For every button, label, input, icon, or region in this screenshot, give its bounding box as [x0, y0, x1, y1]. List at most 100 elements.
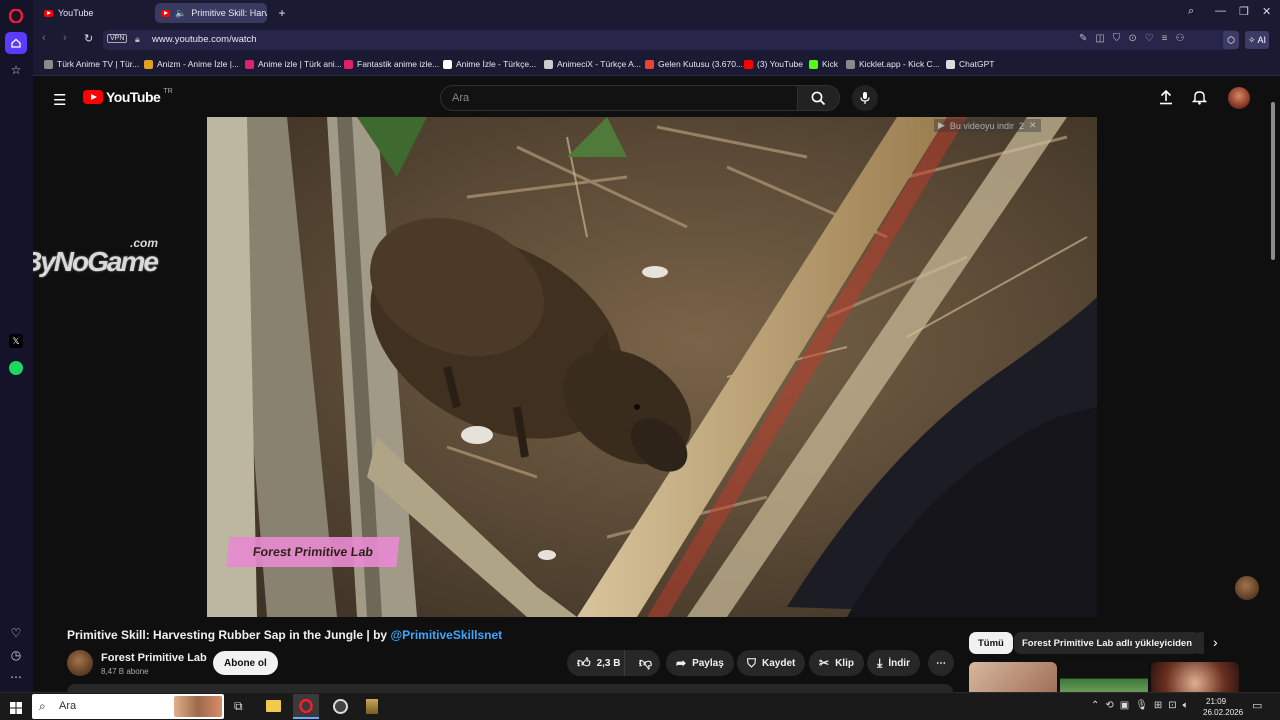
- bookmark-item[interactable]: Anime izle | Türk ani...: [245, 59, 342, 69]
- thumbs-up-icon: 👍︎: [577, 655, 591, 670]
- reload-icon[interactable]: ↻: [84, 32, 93, 45]
- youtube-logo[interactable]: YouTube TR: [83, 88, 173, 105]
- clock-time[interactable]: 21:09: [1206, 697, 1226, 706]
- bookmark-item[interactable]: Türk Anime TV | Tür...: [44, 59, 139, 69]
- bookmark-favicon-icon: [544, 59, 553, 69]
- chip-from-uploader[interactable]: Forest Primitive Lab adlı yükleyiciden: [1014, 632, 1201, 654]
- x-twitter-icon[interactable]: 𝕏: [5, 330, 27, 352]
- description-box[interactable]: [67, 684, 953, 692]
- minimize-icon[interactable]: —: [1215, 5, 1226, 17]
- bookmark-label: Gelen Kutusu (3.670...: [658, 59, 744, 69]
- youtube-favicon-icon: [44, 9, 53, 17]
- channel-avatar[interactable]: [67, 650, 93, 676]
- vpn-badge[interactable]: VPN: [107, 34, 128, 43]
- maximize-icon[interactable]: ❐: [1239, 5, 1249, 18]
- subscriber-count: 8,47 B abone: [101, 667, 149, 676]
- tab-youtube[interactable]: YouTube: [38, 3, 150, 23]
- search-input[interactable]: Ara: [440, 85, 798, 111]
- bookmark-item[interactable]: Gelen Kutusu (3.670...: [645, 59, 743, 69]
- url-text[interactable]: www.youtube.com/watch: [152, 34, 257, 45]
- tab-primitive-skill[interactable]: 🔈 Primitive Skill: Harvest: [155, 3, 267, 23]
- video-title-link[interactable]: @PrimitiveSkillsnet: [390, 628, 502, 642]
- channel-name[interactable]: Forest Primitive Lab: [101, 652, 207, 664]
- chip-all[interactable]: Tümü: [969, 632, 1013, 654]
- bookmark-icon: ⛉: [747, 655, 757, 670]
- bookmark-item[interactable]: Kick: [809, 59, 838, 69]
- history-clock-icon[interactable]: ◷: [5, 644, 27, 666]
- heart-icon[interactable]: ♡: [5, 622, 27, 644]
- share-label: Paylaş: [692, 657, 724, 669]
- recommended-thumbnail[interactable]: [969, 662, 1057, 692]
- subscribe-button[interactable]: Abone ol: [213, 651, 278, 675]
- file-explorer-icon[interactable]: [266, 700, 281, 712]
- upload-icon[interactable]: [1159, 89, 1173, 110]
- like-count: 2,3 B: [596, 657, 621, 669]
- watermark-suffix: .com: [130, 236, 159, 250]
- search-tabs-icon[interactable]: ⌕: [1188, 5, 1194, 18]
- download-video-hint[interactable]: ▶ Bu videoyu indir 2 ✕: [934, 119, 1041, 132]
- star-icon[interactable]: ☆: [5, 59, 27, 81]
- bookmark-item[interactable]: (3) YouTube: [744, 59, 803, 69]
- youtube-favicon-icon: [161, 9, 170, 17]
- aria-ai-button[interactable]: ✧ AI: [1245, 31, 1270, 49]
- more-icon[interactable]: ⋯: [5, 666, 27, 688]
- task-view-icon[interactable]: ⧉: [234, 699, 243, 714]
- video-player[interactable]: ▶ Bu videoyu indir 2 ✕ Forest Primitive …: [207, 117, 1097, 617]
- address-tools-icons[interactable]: ✎◫⛉⊙♡≡⚇: [1079, 33, 1192, 44]
- scrollbar-thumb[interactable]: [1271, 102, 1275, 260]
- chips-next-chevron-icon[interactable]: ›: [1213, 634, 1218, 650]
- like-button[interactable]: 👍︎ 2,3 B: [567, 650, 625, 676]
- voice-search-button[interactable]: [852, 85, 878, 111]
- bookmark-item[interactable]: Kicklet.app - Kick C...: [846, 59, 940, 69]
- address-bar-row: ‹ › ↻ VPN 🔒︎ www.youtube.com/watch ✎◫⛉⊙♡…: [33, 26, 1280, 54]
- bookmark-favicon-icon: [245, 59, 254, 69]
- close-icon[interactable]: ✕: [1262, 5, 1271, 18]
- system-tray-icons[interactable]: ⌃⟲▣🎙︎⊞⊡🔈︎: [1091, 700, 1195, 711]
- bookmark-favicon-icon: [744, 59, 753, 69]
- search-button[interactable]: [798, 85, 840, 111]
- menu-hamburger-icon[interactable]: ☰: [53, 91, 66, 109]
- windows-start-icon[interactable]: [10, 701, 22, 719]
- back-icon[interactable]: ‹: [42, 32, 46, 44]
- chip-partial[interactable]: [1194, 632, 1204, 654]
- recommended-thumbnail[interactable]: [1060, 662, 1148, 692]
- bookmark-item[interactable]: Anizm - Anime İzle |...: [144, 59, 239, 69]
- close-hint-icon[interactable]: ✕: [1029, 120, 1037, 131]
- watermark-text: ByNoGame: [33, 246, 159, 277]
- dislike-button[interactable]: 👎︎: [631, 650, 660, 676]
- like-dislike-group: 👍︎ 2,3 B 👎︎: [567, 650, 660, 676]
- taskbar-search-box[interactable]: ⌕ Ara: [32, 694, 224, 719]
- video-title-text: Primitive Skill: Harvesting Rubber Sap i…: [67, 628, 391, 642]
- floating-channel-avatar[interactable]: [1235, 576, 1259, 600]
- clip-button[interactable]: ✂ Klip: [809, 650, 864, 676]
- opera-gx-taskbar-icon[interactable]: [333, 699, 348, 714]
- bookmark-item[interactable]: ChatGPT: [946, 59, 994, 69]
- clock-date[interactable]: 26.02.2026: [1203, 708, 1243, 717]
- extensions-cube-icon[interactable]: ⬡: [1223, 31, 1239, 49]
- address-bar[interactable]: VPN 🔒︎ www.youtube.com/watch ✎◫⛉⊙♡≡⚇: [103, 30, 1238, 50]
- page-scrollbar[interactable]: [1271, 82, 1276, 686]
- account-avatar[interactable]: [1228, 87, 1250, 109]
- aria-ai-label: AI: [1257, 35, 1267, 45]
- bookmark-label: Anime izle | Türk ani...: [258, 59, 342, 69]
- forward-icon[interactable]: ›: [63, 32, 67, 44]
- more-actions-button[interactable]: ⋯: [928, 650, 954, 676]
- new-tab-button[interactable]: +: [273, 3, 291, 23]
- opera-logo-icon[interactable]: [5, 5, 27, 27]
- opera-taskbar-icon[interactable]: [293, 694, 319, 719]
- share-button[interactable]: ➦ Paylaş: [666, 650, 734, 676]
- more-dots-icon: ⋯: [936, 657, 946, 669]
- recommended-thumbnail[interactable]: [1151, 662, 1239, 692]
- download-button[interactable]: ⤓ İndir: [867, 650, 920, 676]
- home-icon[interactable]: [5, 32, 27, 54]
- bookmark-item[interactable]: Anime İzle - Türkçe...: [443, 59, 536, 69]
- windows-taskbar: ⌕ Ara ⧉ ⌃⟲▣🎙︎⊞⊡🔈︎ 21:09 26.02.2026 ▭: [0, 692, 1280, 720]
- bookmark-item[interactable]: Fantastik anime izle...: [344, 59, 439, 69]
- notifications-bell-icon[interactable]: [1191, 89, 1208, 110]
- spotify-icon[interactable]: [5, 357, 27, 379]
- save-button[interactable]: ⛉ Kaydet: [737, 650, 806, 676]
- notifications-icon[interactable]: ▭: [1252, 699, 1262, 712]
- league-client-icon[interactable]: [366, 699, 378, 714]
- microphone-icon: [860, 92, 870, 104]
- bookmark-item[interactable]: AnimeciX - Türkçe A...: [544, 59, 641, 69]
